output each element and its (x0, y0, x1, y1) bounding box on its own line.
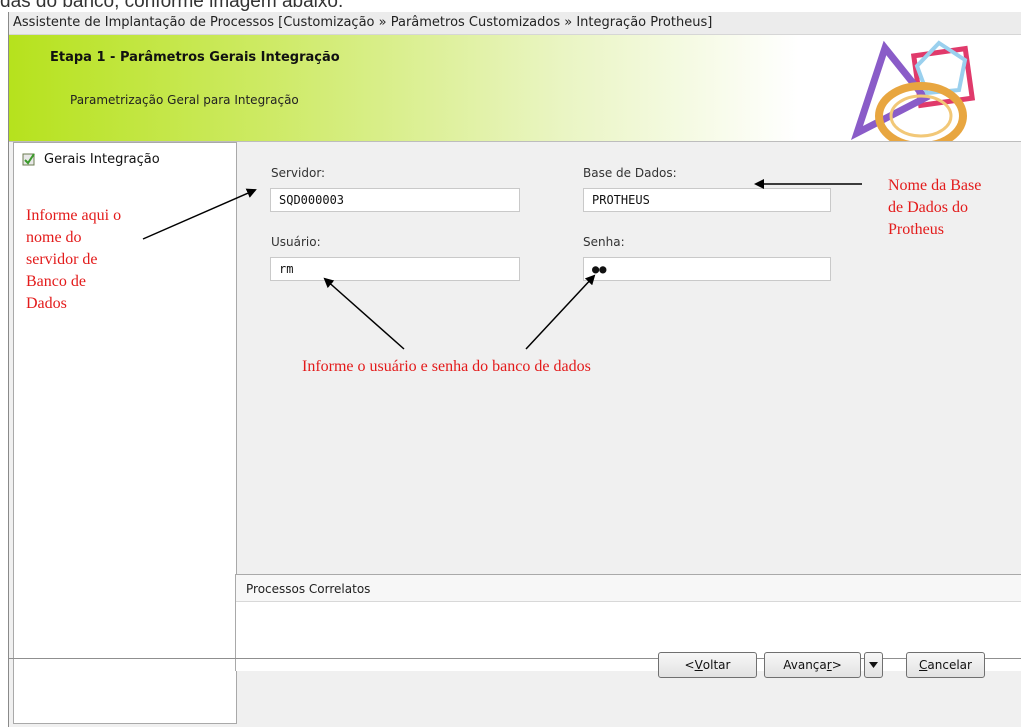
wizard-header: Etapa 1 - Parâmetros Gerais Integração P… (9, 35, 1021, 142)
next-dropdown-button[interactable] (864, 652, 883, 678)
password-input[interactable] (583, 257, 831, 281)
database-input[interactable] (583, 188, 831, 212)
credentials-annotation: Informe o usuário e senha do banco de da… (302, 358, 591, 375)
shapes-logo-icon (851, 40, 976, 141)
sidebar-item-gerais-integracao[interactable]: Gerais Integração (22, 150, 160, 168)
related-processes-header: Processos Correlatos (236, 575, 1021, 602)
next-button[interactable]: Avança r > (764, 652, 861, 678)
window-title: Assistente de Implantação de Processos [… (13, 15, 713, 30)
database-annotation: Nome da Base de Dados do Protheus (888, 177, 982, 238)
related-processes-title: Processos Correlatos (246, 582, 371, 596)
cancel-button[interactable]: Cancelar (906, 652, 985, 678)
sidebar-item-label: Gerais Integração (44, 151, 160, 167)
back-button[interactable]: < Voltar (658, 652, 757, 678)
chevron-down-icon (869, 662, 878, 668)
server-annotation: Informe aqui o nome do servidor de Banco… (26, 207, 122, 312)
step-subtitle: Parametrização Geral para Integração (70, 93, 299, 107)
related-processes-panel: Processos Correlatos (235, 574, 1021, 671)
server-label: Servidor: (271, 166, 326, 180)
background-document-text: das do banco, conforme imagem abaixo. (0, 0, 344, 12)
password-label: Senha: (583, 235, 625, 249)
server-input[interactable] (270, 188, 520, 212)
title-bar: Assistente de Implantação de Processos [… (9, 12, 1021, 35)
step-title: Etapa 1 - Parâmetros Gerais Integração (50, 50, 340, 65)
checklist-icon (22, 153, 35, 166)
database-label: Base de Dados: (583, 166, 677, 180)
user-label: Usuário: (271, 235, 321, 249)
user-input[interactable] (270, 257, 520, 281)
